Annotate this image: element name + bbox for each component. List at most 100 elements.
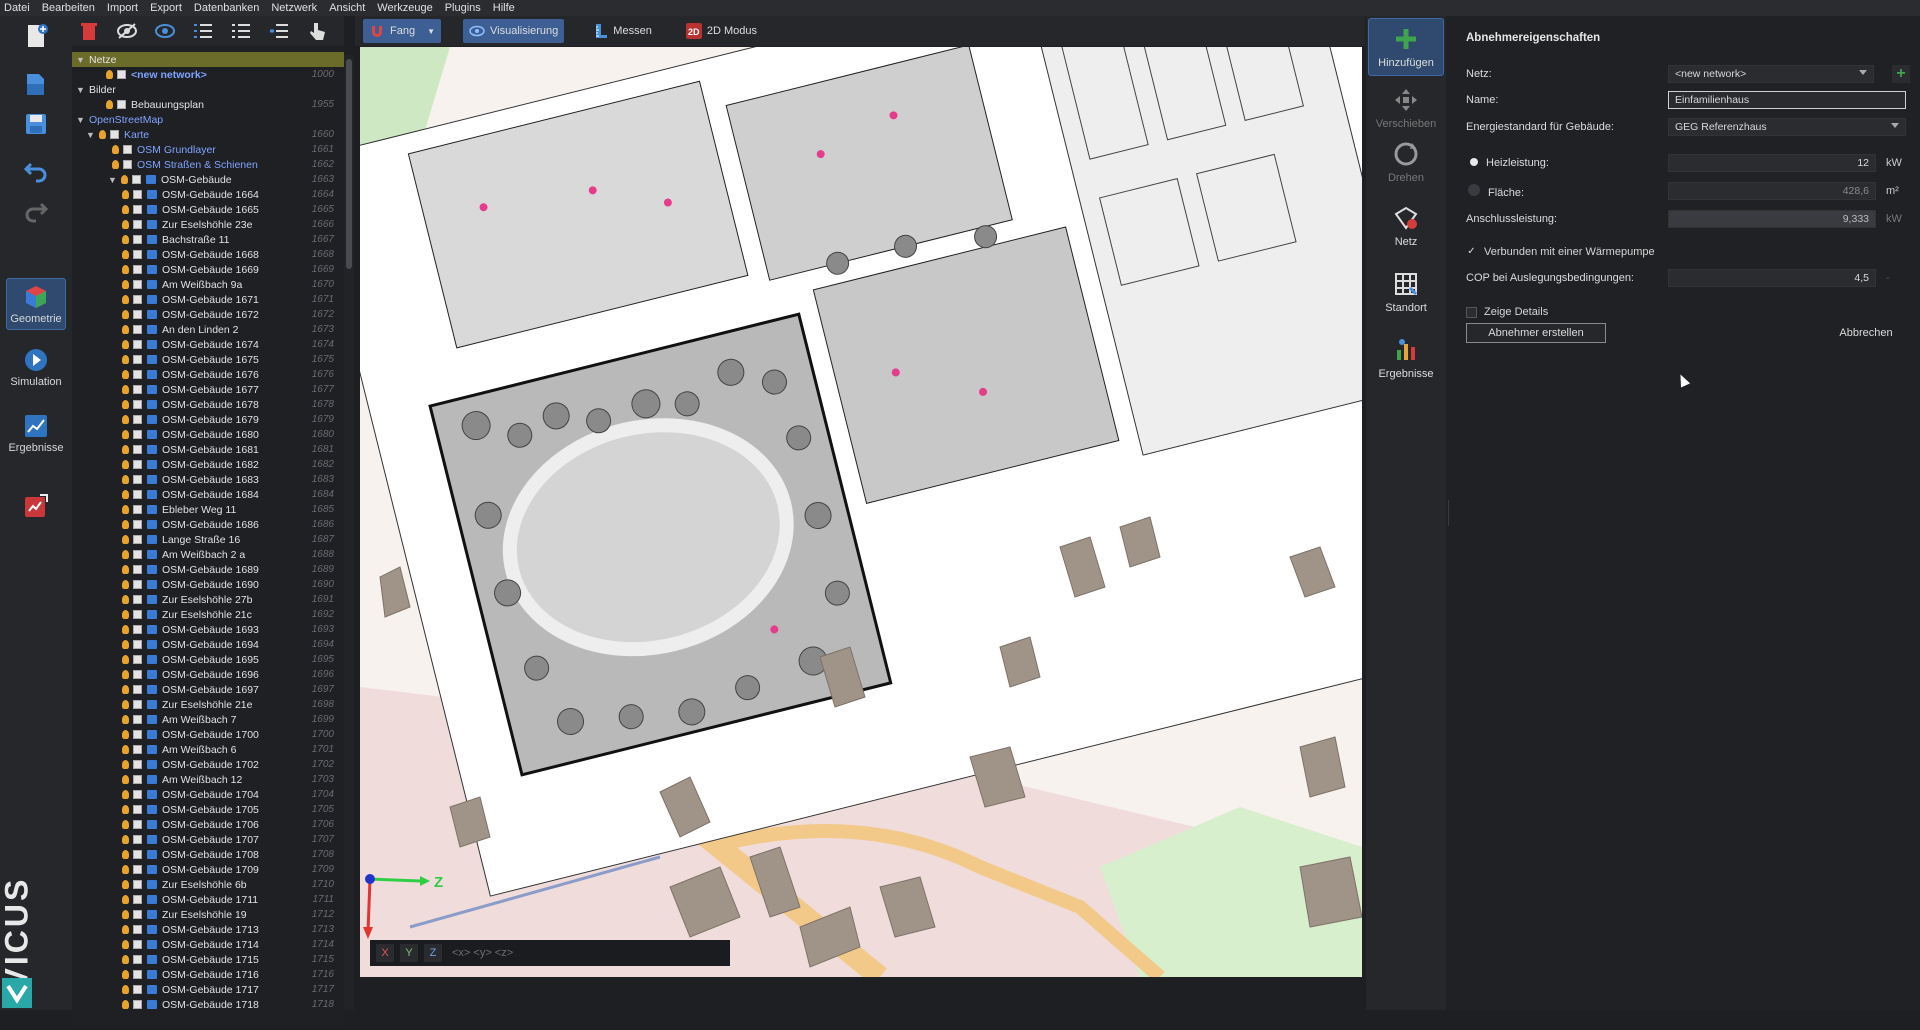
- tree-building-item[interactable]: Am Weißbach 12 1703: [72, 772, 344, 787]
- visibility-bulb-icon[interactable]: [122, 895, 129, 904]
- select-box[interactable]: [133, 985, 142, 994]
- select-box[interactable]: [133, 295, 142, 304]
- select-box[interactable]: [133, 640, 142, 649]
- tree-building-item[interactable]: Zur Eselshöhle 19 1712: [72, 907, 344, 922]
- tree-netze[interactable]: ▼ Netze: [72, 52, 344, 67]
- verschieben-button[interactable]: Verschieben: [1368, 86, 1444, 130]
- tree-building-item[interactable]: OSM-Gebäude 1671 1671: [72, 292, 344, 307]
- visibility-bulb-icon[interactable]: [106, 70, 113, 79]
- visibility-bulb-icon[interactable]: [122, 760, 129, 769]
- tree-building-item[interactable]: OSM-Gebäude 1709 1709: [72, 862, 344, 877]
- select-box[interactable]: [133, 220, 142, 229]
- select-box[interactable]: [133, 865, 142, 874]
- tree-openstreetmap[interactable]: ▼ OpenStreetMap: [72, 112, 344, 127]
- tree-osm-strassen[interactable]: OSM Straßen & Schienen 1662: [72, 157, 344, 172]
- tree-building-item[interactable]: OSM-Gebäude 1665 1665: [72, 202, 344, 217]
- visibility-bulb-icon[interactable]: [122, 790, 129, 799]
- menu-import[interactable]: Import: [107, 2, 138, 14]
- visibility-bulb-icon[interactable]: [122, 805, 129, 814]
- netz-select[interactable]: <new network>: [1668, 65, 1874, 83]
- export-report-button[interactable]: [6, 492, 66, 522]
- select-box[interactable]: [133, 805, 142, 814]
- visibility-bulb-icon[interactable]: [122, 235, 129, 244]
- coordinate-input[interactable]: <x> <y> <z>: [452, 947, 513, 959]
- redo-button[interactable]: [6, 196, 66, 226]
- tree-building-item[interactable]: Ebleber Weg 11 1685: [72, 502, 344, 517]
- select-box[interactable]: [133, 310, 142, 319]
- tree-building-item[interactable]: OSM-Gebäude 1697 1697: [72, 682, 344, 697]
- heizleistung-radio-selected[interactable]: [1470, 158, 1478, 166]
- visibility-bulb-icon[interactable]: [122, 190, 129, 199]
- messen-button[interactable]: Messen: [586, 19, 658, 43]
- select-box[interactable]: [123, 160, 132, 169]
- select-box[interactable]: [133, 895, 142, 904]
- tree-building-item[interactable]: OSM-Gebäude 1707 1707: [72, 832, 344, 847]
- menu-bearbeiten[interactable]: Bearbeiten: [42, 2, 95, 14]
- z-axis-toggle[interactable]: Z: [424, 944, 442, 962]
- visibility-bulb-icon[interactable]: [112, 145, 119, 154]
- flaeche-radio[interactable]: [1468, 183, 1480, 196]
- select-box[interactable]: [133, 580, 142, 589]
- visibility-bulb-icon[interactable]: [122, 400, 129, 409]
- visibility-bulb-icon[interactable]: [122, 565, 129, 574]
- select-box[interactable]: [133, 550, 142, 559]
- visibility-bulb-icon[interactable]: [122, 970, 129, 979]
- visibility-bulb-icon[interactable]: [122, 355, 129, 364]
- visibility-bulb-icon[interactable]: [122, 835, 129, 844]
- visibility-bulb-icon[interactable]: [106, 100, 113, 109]
- tree-bilder[interactable]: ▼ Bilder: [72, 82, 344, 97]
- select-box[interactable]: [133, 790, 142, 799]
- select-box[interactable]: [133, 565, 142, 574]
- hinzufuegen-button[interactable]: Hinzufügen: [1368, 18, 1444, 76]
- select-box[interactable]: [133, 250, 142, 259]
- geometrie-button[interactable]: Geometrie: [6, 278, 66, 330]
- visibility-bulb-icon[interactable]: [122, 1000, 129, 1009]
- tree-building-item[interactable]: OSM-Gebäude 1714 1714: [72, 937, 344, 952]
- menu-plugins[interactable]: Plugins: [445, 2, 481, 14]
- tree-building-item[interactable]: OSM-Gebäude 1668 1668: [72, 247, 344, 262]
- tree-building-item[interactable]: OSM-Gebäude 1694 1694: [72, 637, 344, 652]
- select-box[interactable]: [133, 505, 142, 514]
- visibility-bulb-icon[interactable]: [122, 265, 129, 274]
- select-box[interactable]: [133, 955, 142, 964]
- y-axis-toggle[interactable]: Y: [400, 944, 418, 962]
- tree-building-item[interactable]: OSM-Gebäude 1695 1695: [72, 652, 344, 667]
- tree-building-item[interactable]: OSM-Gebäude 1704 1704: [72, 787, 344, 802]
- select-box[interactable]: [133, 715, 142, 724]
- abnehmer-erstellen-button[interactable]: Abnehmer erstellen: [1466, 323, 1606, 343]
- open-file-button[interactable]: [6, 70, 66, 100]
- visibility-bulb-icon[interactable]: [122, 925, 129, 934]
- tree-building-item[interactable]: Am Weißbach 7 1699: [72, 712, 344, 727]
- menu-werkzeuge[interactable]: Werkzeuge: [377, 2, 432, 14]
- select-box[interactable]: [133, 625, 142, 634]
- select-box[interactable]: [133, 850, 142, 859]
- select-box[interactable]: [133, 685, 142, 694]
- select-box[interactable]: [133, 745, 142, 754]
- chevron-down-icon[interactable]: ▼: [427, 27, 435, 36]
- tree-building-item[interactable]: OSM-Gebäude 1680 1680: [72, 427, 344, 442]
- tree-building-item[interactable]: OSM-Gebäude 1708 1708: [72, 847, 344, 862]
- visibility-bulb-icon[interactable]: [99, 130, 106, 139]
- save-button[interactable]: [6, 110, 66, 140]
- tree-bebauungsplan[interactable]: Bebauungsplan 1955: [72, 97, 344, 112]
- visibility-bulb-icon[interactable]: [122, 745, 129, 754]
- menu-datei[interactable]: Datei: [4, 2, 30, 14]
- visibility-bulb-icon[interactable]: [122, 625, 129, 634]
- waermepumpe-row[interactable]: ✓ Verbunden mit einer Wärmepumpe: [1466, 242, 1906, 262]
- menu-export[interactable]: Export: [150, 2, 182, 14]
- tree-scrollbar[interactable]: [344, 55, 354, 1010]
- tree-osm-gebaeude[interactable]: ▼ OSM-Gebäude 1663: [72, 172, 344, 187]
- visibility-bulb-icon[interactable]: [122, 460, 129, 469]
- select-box[interactable]: [133, 910, 142, 919]
- new-file-button[interactable]: [6, 22, 66, 52]
- select-box[interactable]: [133, 490, 142, 499]
- tree-building-item[interactable]: Zur Eselshöhle 27b 1691: [72, 592, 344, 607]
- tree-building-item[interactable]: Am Weißbach 6 1701: [72, 742, 344, 757]
- visibility-bulb-icon[interactable]: [122, 220, 129, 229]
- select-box[interactable]: [133, 205, 142, 214]
- 3d-viewport[interactable]: Z X Y Z <x> <y> <z>: [360, 47, 1362, 977]
- netz-button[interactable]: Netz: [1368, 204, 1444, 248]
- tree-building-item[interactable]: OSM-Gebäude 1678 1678: [72, 397, 344, 412]
- visibility-bulb-icon[interactable]: [122, 415, 129, 424]
- select-box[interactable]: [123, 145, 132, 154]
